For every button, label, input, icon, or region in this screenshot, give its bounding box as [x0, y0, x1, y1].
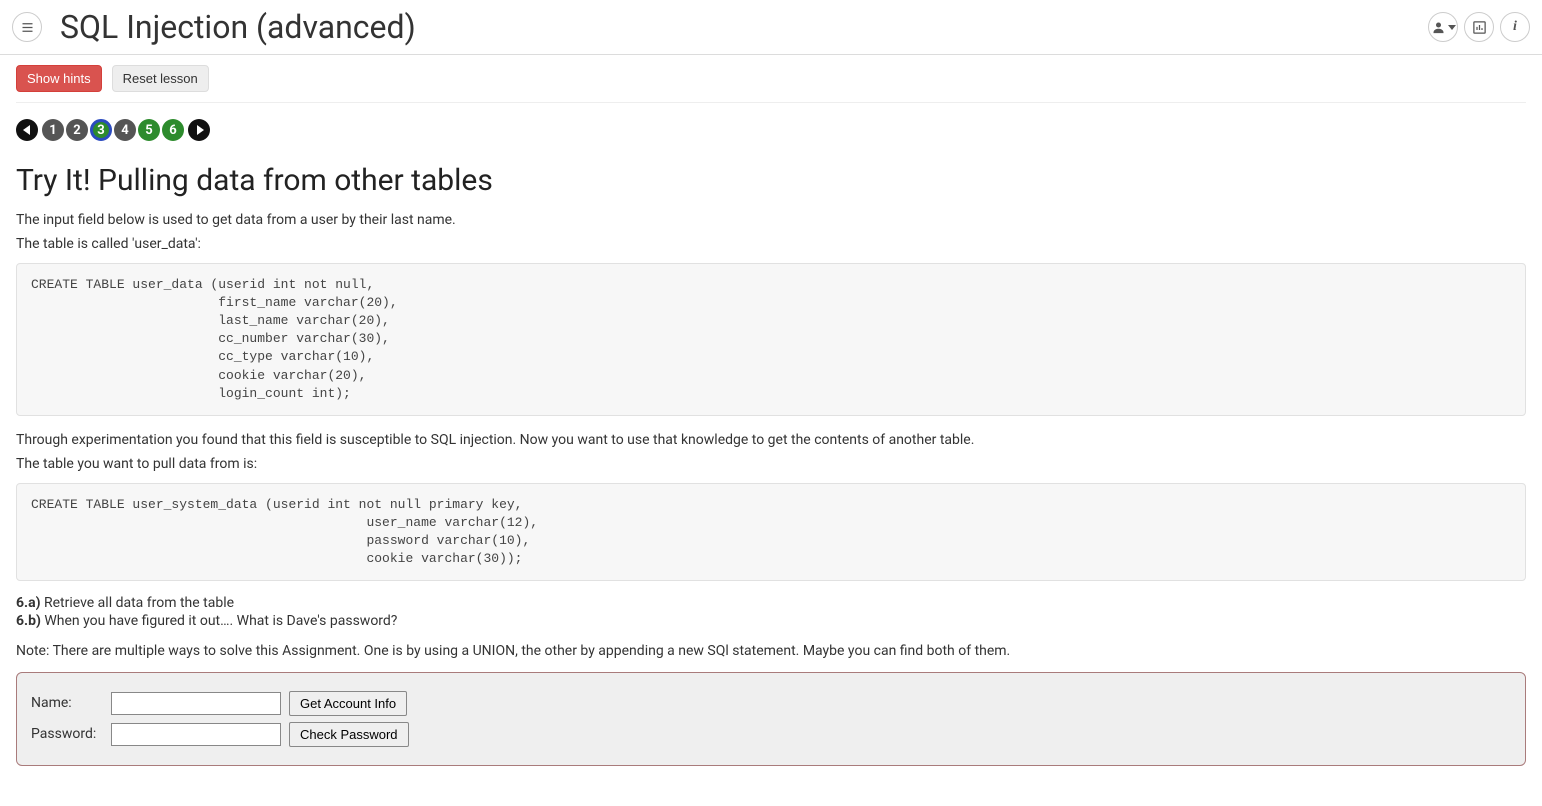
mid-line-2: The table you want to pull data from is: [16, 454, 1526, 474]
page-dot-6[interactable]: 6 [162, 119, 184, 141]
attack-form-container: Name: Get Account Info Password: Check P… [16, 672, 1526, 766]
user-menu-button[interactable] [1428, 12, 1458, 42]
intro-line-1: The input field below is used to get dat… [16, 210, 1526, 230]
page-dot-2[interactable]: 2 [66, 119, 88, 141]
task-6a: 6.a) Retrieve all data from the table [16, 595, 1526, 611]
divider [16, 102, 1526, 103]
name-input[interactable] [111, 692, 281, 715]
check-password-button[interactable]: Check Password [289, 722, 409, 747]
page-dot-1[interactable]: 1 [42, 119, 64, 141]
info-icon: i [1513, 19, 1517, 35]
show-hints-button[interactable]: Show hints [16, 65, 102, 92]
task-6a-text: Retrieve all data from the table [41, 595, 235, 611]
hamburger-menu-button[interactable] [12, 12, 42, 42]
topbar: SQL Injection (advanced) i [0, 0, 1542, 55]
reset-lesson-button[interactable]: Reset lesson [112, 65, 209, 92]
lesson-toolbar: Show hints Reset lesson [16, 65, 1526, 92]
code-block-user-system-data: CREATE TABLE user_system_data (userid in… [16, 483, 1526, 582]
info-button[interactable]: i [1500, 12, 1530, 42]
user-icon [1431, 20, 1446, 35]
section-heading: Try It! Pulling data from other tables [16, 163, 1526, 198]
task-6b-label: 6.b) [16, 613, 41, 629]
page-dot-5[interactable]: 5 [138, 119, 160, 141]
name-label: Name: [31, 695, 103, 711]
password-input[interactable] [111, 723, 281, 746]
password-label: Password: [31, 726, 103, 742]
chart-icon [1472, 20, 1487, 35]
task-6b-text: When you have figured it out…. What is D… [41, 613, 398, 629]
task-6a-label: 6.a) [16, 595, 41, 611]
mid-line-1: Through experimentation you found that t… [16, 430, 1526, 450]
next-page-button[interactable] [188, 119, 210, 141]
prev-page-button[interactable] [16, 119, 38, 141]
task-6b: 6.b) When you have figured it out…. What… [16, 613, 1526, 629]
hamburger-icon [20, 20, 35, 35]
code-block-user-data: CREATE TABLE user_data (userid int not n… [16, 263, 1526, 416]
page-dot-3[interactable]: 3 [90, 119, 112, 141]
intro-line-2: The table is called 'user_data': [16, 234, 1526, 254]
note-text: Note: There are multiple ways to solve t… [16, 641, 1526, 661]
lesson-pagination: 123456 [16, 119, 1526, 141]
page-title: SQL Injection (advanced) [60, 8, 416, 46]
page-dot-4[interactable]: 4 [114, 119, 136, 141]
report-button[interactable] [1464, 12, 1494, 42]
get-account-info-button[interactable]: Get Account Info [289, 691, 407, 716]
caret-down-icon [1448, 25, 1456, 30]
